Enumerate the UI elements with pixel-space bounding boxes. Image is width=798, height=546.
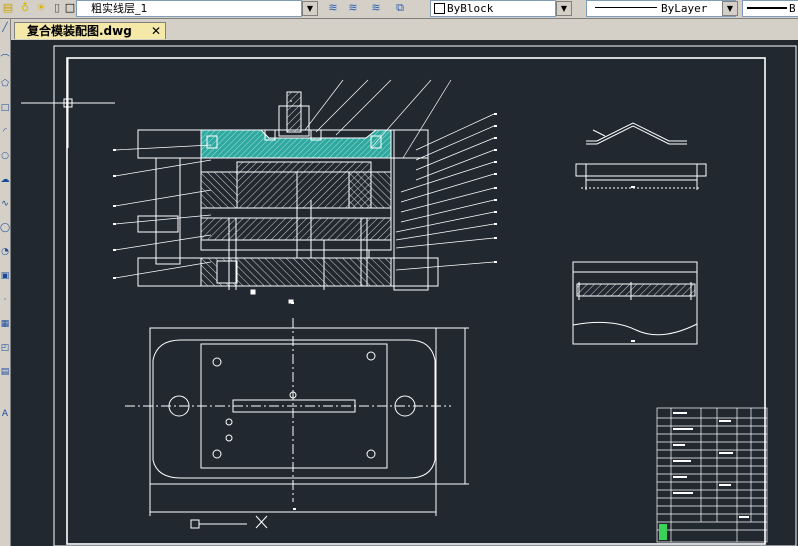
close-icon[interactable]: ✕: [151, 23, 161, 40]
layer-state-icon[interactable]: ≋: [346, 1, 360, 15]
die-section-view: [137, 91, 439, 304]
layer-dropdown-arrow[interactable]: ▼: [302, 1, 318, 16]
layer-prev-icon[interactable]: ≋: [326, 1, 340, 15]
leader-marks-right: [494, 113, 497, 263]
arc-icon[interactable]: ◜: [0, 127, 10, 137]
layer-manager-icon[interactable]: ▤: [1, 1, 15, 15]
region-icon[interactable]: ◰: [0, 343, 10, 353]
sun-icon[interactable]: ☀: [34, 1, 48, 15]
leader-lines-right: [395, 113, 495, 271]
bulb-icon[interactable]: ♁: [18, 1, 32, 15]
document-tab-title: 复合模装配图.dwg: [27, 24, 132, 38]
part-sketch-view: [575, 122, 707, 190]
hatch-icon[interactable]: ▦: [0, 319, 10, 329]
color-combobox-value: ByBlock: [447, 2, 494, 15]
line-icon[interactable]: ╱: [0, 23, 10, 33]
document-tab-bar: 复合模装配图.dwg ✕: [11, 19, 798, 40]
layer-toolbar: ▤ ♁ ☀ ▯ □ 粗实线层_1 ▼ ≋ ≋ ≋ ⧉ ByBlock ▼ ByL…: [0, 0, 798, 19]
strip-layout-view: [572, 261, 698, 345]
cloud-icon[interactable]: ☁: [0, 175, 10, 185]
color-square-icon[interactable]: □: [63, 1, 77, 15]
spline-icon[interactable]: ∿: [0, 199, 10, 209]
color-combobox[interactable]: ByBlock: [430, 0, 556, 17]
title-block-fill-marks: [673, 412, 749, 518]
text-icon[interactable]: A: [0, 409, 10, 419]
layer-match-icon[interactable]: ⧉: [393, 1, 407, 15]
table-icon[interactable]: ▤: [0, 367, 10, 377]
leader-marks-left: [113, 149, 116, 279]
linetype-combobox[interactable]: ByLayer: [586, 0, 736, 17]
polygon-icon[interactable]: ⬠: [0, 79, 10, 89]
title-block-logo: [659, 524, 667, 540]
rectangle-icon[interactable]: □: [0, 103, 10, 113]
lock-icon[interactable]: ▯: [50, 1, 64, 15]
layer-combobox-value: 粗实线层_1: [91, 2, 148, 15]
linetype-sample-line: [595, 7, 657, 8]
linetype-combobox-value: ByLayer: [661, 2, 708, 15]
ellipse-icon[interactable]: ◯: [0, 223, 10, 233]
lineweight-sample-line: [747, 6, 787, 9]
point-icon[interactable]: ·: [0, 295, 10, 305]
layer-combobox[interactable]: 粗实线层_1: [76, 0, 302, 17]
layer-walk-icon[interactable]: ≋: [369, 1, 383, 15]
lineweight-combobox[interactable]: B: [742, 0, 798, 17]
color-dropdown-arrow[interactable]: ▼: [556, 1, 572, 16]
insert-icon[interactable]: ◔: [0, 247, 10, 257]
lineweight-prefix: B: [789, 2, 796, 15]
linetype-dropdown-arrow[interactable]: ▼: [722, 1, 738, 16]
polyline-icon[interactable]: ⌒: [0, 55, 10, 65]
drawing-svg: [21, 45, 797, 546]
die-plan-view: [125, 318, 469, 529]
crosshair-cursor: [21, 58, 115, 148]
drawing-canvas[interactable]: [11, 40, 798, 546]
document-tab[interactable]: 复合模装配图.dwg ✕: [14, 22, 166, 39]
draw-toolbar: ╱ ⌒ ⬠ □ ◜ ○ ☁ ∿ ◯ ◔ ▣ · ▦ ◰ ▤ A: [0, 19, 11, 546]
circle-icon[interactable]: ○: [0, 151, 10, 161]
color-swatch-icon: [434, 2, 445, 14]
block-icon[interactable]: ▣: [0, 271, 10, 281]
